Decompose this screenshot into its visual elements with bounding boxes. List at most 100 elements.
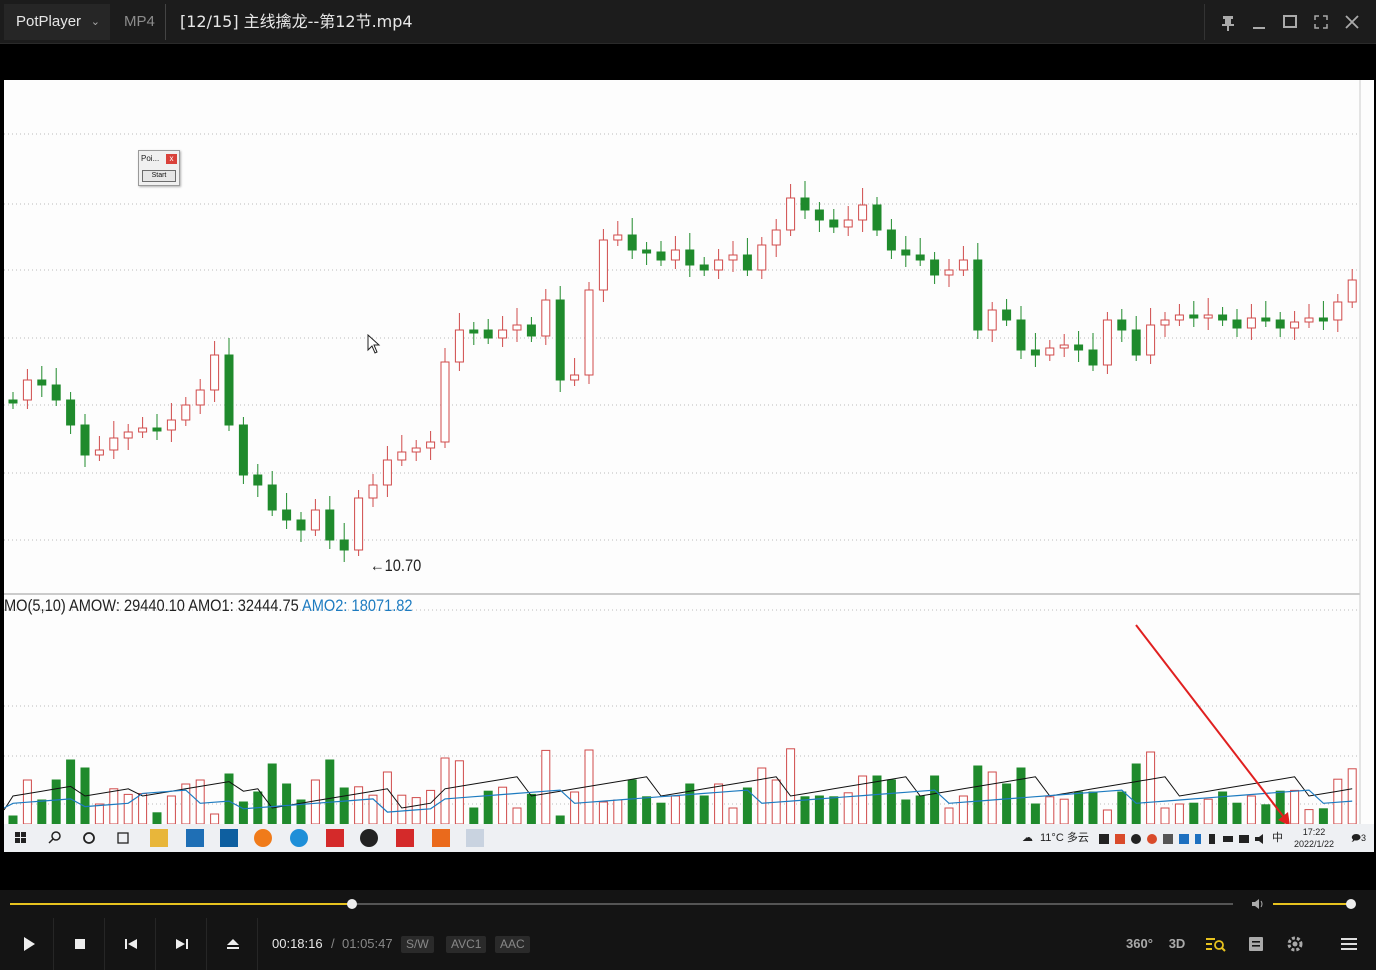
seek-bar[interactable]	[10, 899, 1233, 909]
edge-icon[interactable]	[290, 829, 308, 847]
tag-video-codec[interactable]: AVC1	[446, 936, 487, 953]
minimize-icon[interactable]	[1244, 4, 1274, 40]
overlay-small-window[interactable]: Poi... x Start	[138, 150, 180, 186]
volume-bar	[685, 783, 695, 825]
fullscreen-icon[interactable]	[1306, 4, 1336, 40]
candle-body	[397, 451, 407, 461]
brand-label: PotPlayer	[16, 13, 82, 30]
system-clock[interactable]: 17:22 2022/1/22	[1294, 826, 1334, 850]
previous-icon	[125, 939, 137, 949]
candle-body	[555, 299, 565, 381]
candle-body	[1203, 314, 1213, 319]
stereo-3d-button[interactable]: 3D	[1165, 934, 1189, 954]
settings-gear-icon[interactable]	[1283, 934, 1307, 954]
app-icon-blue[interactable]	[220, 829, 238, 847]
volume-bar	[541, 749, 551, 825]
task-view-icon[interactable]	[114, 829, 132, 847]
volume-icon[interactable]	[1250, 896, 1266, 917]
candle-body	[512, 324, 522, 331]
windows-start-icon[interactable]	[12, 829, 30, 847]
candle-body	[411, 447, 421, 453]
candle-body	[1074, 344, 1084, 351]
candle-body	[37, 379, 47, 386]
volume-bar	[1290, 789, 1300, 825]
ime-indicator[interactable]: 中	[1272, 824, 1283, 852]
tag-audio-codec[interactable]: AAC	[495, 936, 530, 953]
volume-bar	[354, 786, 364, 825]
title-bar: PotPlayer ⌄ MP4 [12/15] 主线擒龙--第12节.mp4	[0, 0, 1376, 44]
wps-icon[interactable]	[396, 829, 414, 847]
stop-button[interactable]	[55, 918, 105, 970]
close-icon[interactable]	[1337, 4, 1367, 40]
volume-bar	[944, 807, 954, 825]
volume-bar	[1074, 791, 1084, 825]
vr-360-button[interactable]: 360°	[1126, 934, 1153, 954]
volume-bar	[973, 765, 983, 825]
play-button[interactable]	[4, 918, 54, 970]
app-icon-black[interactable]	[360, 829, 378, 847]
candle-body	[786, 197, 796, 231]
volume-bar	[728, 807, 738, 825]
app-icon-active[interactable]	[466, 829, 484, 847]
volume-bar	[987, 771, 997, 825]
tray-icons[interactable]	[1099, 832, 1269, 844]
weather-text[interactable]: 11°C 多云	[1040, 824, 1089, 852]
potplayer-menu-button[interactable]: PotPlayer ⌄	[4, 4, 110, 40]
candle-body	[1218, 314, 1228, 321]
volume-bar	[1059, 798, 1069, 825]
app-icon-red[interactable]	[326, 829, 344, 847]
volume-bar	[670, 795, 680, 825]
subtitles-icon[interactable]	[1244, 934, 1268, 954]
format-label: MP4	[114, 4, 166, 40]
overlay-start-button[interactable]: Start	[142, 170, 176, 182]
search-icon[interactable]	[46, 829, 64, 847]
previous-button[interactable]	[106, 918, 156, 970]
candle-body	[469, 329, 479, 334]
candle-body	[195, 389, 205, 406]
control-bar: 00:18:16 / 01:05:47 S/W AVC1 AAC 360° 3D	[0, 918, 1376, 970]
indicator-values: MO(5,10) AMOW: 29440.10 AMO1: 32444.75	[4, 596, 299, 615]
candlestick-chart	[4, 80, 1361, 852]
browser-orange-icon[interactable]	[254, 829, 272, 847]
candle-body	[440, 361, 450, 443]
candle-body	[94, 449, 104, 456]
candle-body	[1304, 317, 1314, 323]
seek-handle[interactable]	[347, 899, 358, 909]
candle-body	[8, 399, 18, 404]
candle-body	[656, 251, 666, 261]
volume-bar	[166, 795, 176, 825]
video-area[interactable]: Poi... x Start ←10.70 MO(5,10) AMOW: 294…	[0, 44, 1376, 890]
volume-bar	[915, 795, 925, 825]
candle-body	[1002, 309, 1012, 321]
video-title: [12/15] 主线擒龙--第12节.mp4	[180, 12, 413, 31]
tag-sw[interactable]: S/W	[401, 936, 434, 953]
candle-body	[944, 269, 954, 276]
app-icon-orange[interactable]	[432, 829, 450, 847]
volume-slider[interactable]	[1273, 899, 1356, 909]
candle-body	[526, 324, 536, 337]
eject-button[interactable]	[208, 918, 258, 970]
volume-bar	[1203, 798, 1213, 825]
cortana-icon[interactable]	[80, 829, 98, 847]
candle-body	[1232, 319, 1242, 329]
candle-body	[1174, 314, 1184, 321]
pin-icon[interactable]	[1213, 4, 1243, 40]
volume-bar	[109, 788, 119, 825]
candle-body	[382, 459, 392, 486]
volume-bar	[1160, 807, 1170, 825]
volume-bar	[152, 812, 162, 825]
volume-handle[interactable]	[1345, 899, 1356, 909]
volume-bar	[1304, 809, 1314, 825]
candle-body	[1160, 319, 1170, 326]
notification-center-icon[interactable]: 🗩3	[1351, 824, 1366, 852]
playlist-search-icon[interactable]	[1204, 934, 1228, 954]
mail-icon[interactable]	[186, 829, 204, 847]
volume-bar	[786, 748, 796, 825]
next-button[interactable]	[157, 918, 207, 970]
candle-body	[22, 379, 32, 401]
menu-hamburger-icon[interactable]	[1337, 934, 1361, 954]
file-explorer-icon[interactable]	[150, 829, 168, 847]
overlay-close-button[interactable]: x	[166, 154, 177, 164]
maximize-icon[interactable]	[1275, 4, 1305, 40]
candle-body	[1275, 319, 1285, 329]
